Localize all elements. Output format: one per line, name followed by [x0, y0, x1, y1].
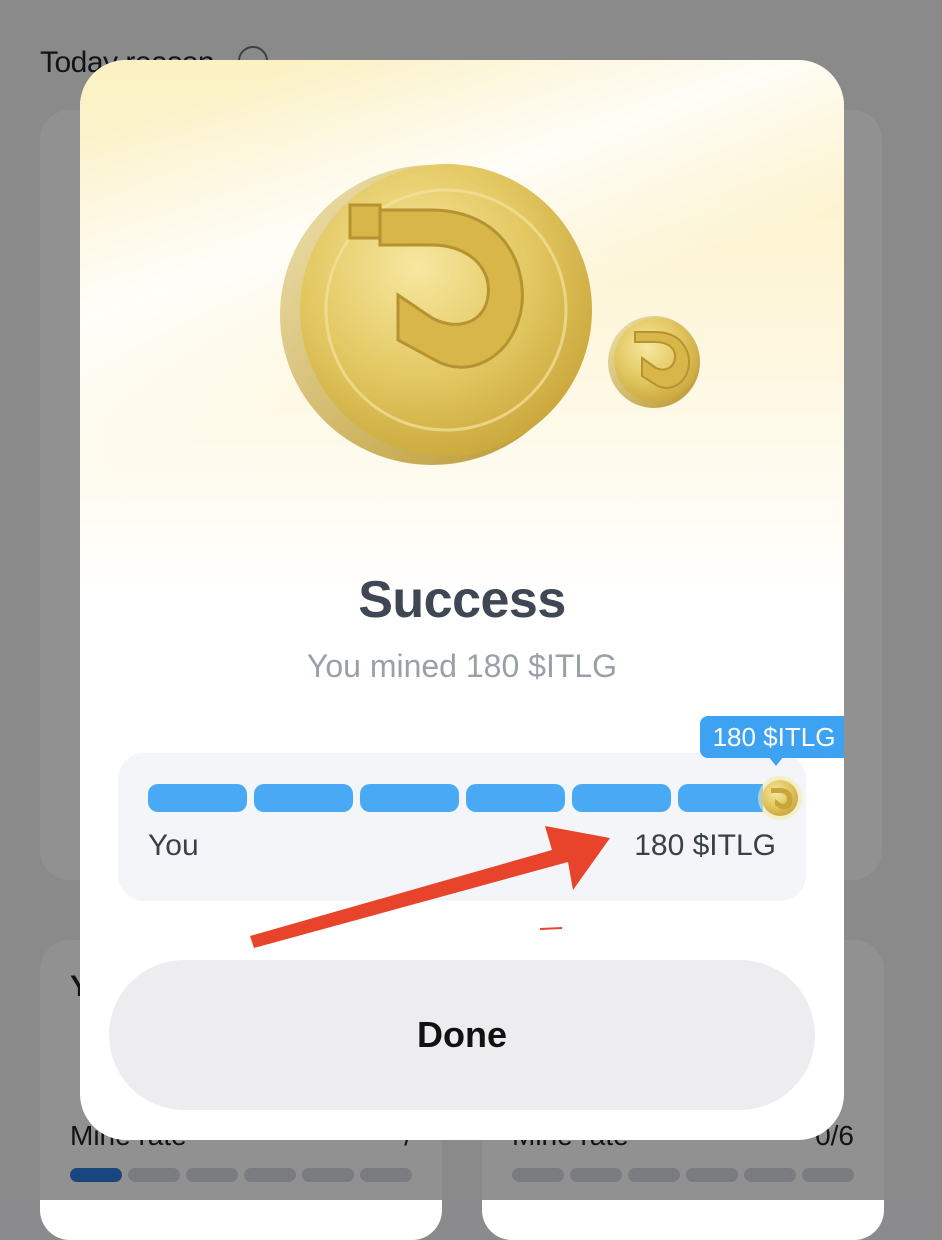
progress-segment [360, 784, 459, 812]
itlg-coin-icon [280, 164, 592, 465]
tooltip-tail [768, 756, 784, 766]
progress-end-label: 180 $ITLG [634, 829, 776, 862]
amount-tooltip: 180 $ITLG [700, 716, 844, 758]
progress-segment [572, 784, 671, 812]
mining-progress-card: You 180 $ITLG [118, 753, 806, 901]
progress-start-label: You [148, 829, 199, 862]
itlg-coin-icon [758, 776, 802, 820]
success-modal: Success You mined 180 $ITLG You 180 $ITL… [80, 60, 844, 1140]
mined-amount-subtitle: You mined 180 $ITLG [306, 648, 618, 684]
coin-illustration [280, 164, 700, 465]
progress-segment [148, 784, 247, 812]
hero-illustration [80, 60, 844, 600]
progress-segment [678, 784, 763, 812]
progress-segment [254, 784, 353, 812]
success-title: Success [358, 571, 566, 629]
progress-segment [466, 784, 565, 812]
done-button[interactable]: Done [109, 960, 815, 1110]
mining-progress-bar [148, 784, 763, 812]
itlg-coin-icon [608, 316, 700, 408]
